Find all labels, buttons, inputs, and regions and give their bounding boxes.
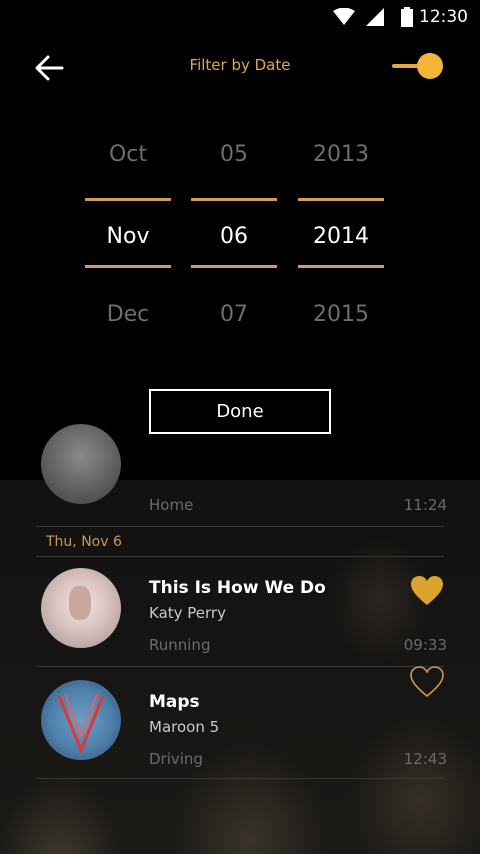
date-picker: Oct Nov Dec 05 06 07 2013 2014 2015 Done: [0, 100, 480, 480]
day-selected[interactable]: 06: [191, 224, 277, 249]
month-prev[interactable]: Oct: [85, 142, 171, 167]
month-next[interactable]: Dec: [85, 302, 171, 327]
toggle-knob: [417, 53, 443, 79]
year-prev[interactable]: 2013: [298, 142, 384, 167]
day-line-bottom: [191, 265, 277, 268]
year-selected[interactable]: 2014: [298, 224, 384, 249]
album-art: [41, 680, 121, 760]
heart-outline-icon[interactable]: [410, 666, 444, 698]
month-selected[interactable]: Nov: [85, 224, 171, 249]
status-bar: 12:30: [0, 0, 480, 34]
item-activity: Running: [149, 636, 211, 654]
done-button[interactable]: Done: [149, 389, 331, 434]
heart-filled-icon[interactable]: [410, 575, 444, 607]
date-header: Thu, Nov 6: [46, 534, 122, 550]
item-activity: Home: [149, 496, 194, 514]
album-art: [41, 568, 121, 648]
divider: [36, 778, 444, 779]
year-line-bottom: [298, 265, 384, 268]
top-bar: Filter by Date: [0, 34, 480, 98]
year-line-top: [298, 198, 384, 201]
list-item[interactable]: Maps Maroon 5 Driving 12:43: [0, 666, 480, 778]
item-activity: Driving: [149, 750, 203, 768]
divider: [36, 526, 444, 527]
album-art: [41, 424, 121, 504]
list-item[interactable]: This Is How We Do Katy Perry Running 09:…: [0, 556, 480, 666]
album-art-v-icon: [57, 693, 105, 754]
status-time: 12:30: [419, 7, 468, 27]
battery-icon: [401, 7, 413, 27]
day-line-top: [191, 198, 277, 201]
filter-toggle[interactable]: [390, 52, 446, 80]
item-time: 12:43: [403, 750, 447, 768]
wifi-icon: [333, 8, 355, 25]
history-list: Home 11:24 Thu, Nov 6 This Is How We Do …: [0, 424, 480, 854]
item-time: 11:24: [403, 496, 447, 514]
month-line-top: [85, 198, 171, 201]
year-next[interactable]: 2015: [298, 302, 384, 327]
day-prev[interactable]: 05: [191, 142, 277, 167]
day-next[interactable]: 07: [191, 302, 277, 327]
list-item-partial[interactable]: Home 11:24: [0, 424, 480, 526]
item-time: 09:33: [403, 636, 447, 654]
album-art-figure: [69, 586, 91, 620]
song-artist: Katy Perry: [149, 604, 226, 622]
signal-icon: [366, 8, 384, 26]
song-artist: Maroon 5: [149, 718, 220, 736]
month-line-bottom: [85, 265, 171, 268]
song-title: Maps: [149, 692, 200, 712]
song-title: This Is How We Do: [149, 578, 326, 598]
